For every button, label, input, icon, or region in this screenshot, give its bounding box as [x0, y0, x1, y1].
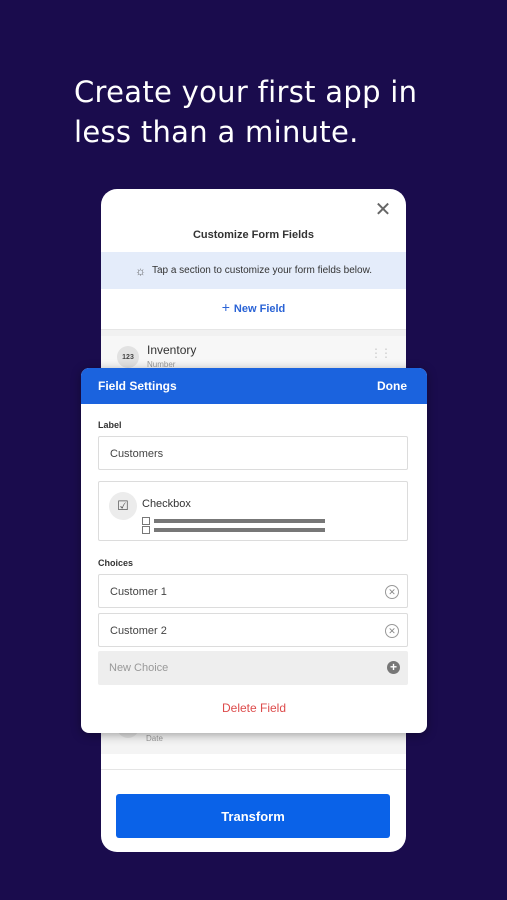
choice-value: Customer 1	[110, 586, 167, 598]
checkbox-preview	[142, 517, 325, 525]
clear-icon[interactable]: ✕	[385, 624, 399, 638]
lightbulb-icon: ☼	[134, 263, 146, 278]
field-settings-sheet: Field Settings Done Label Customers ☑ Ch…	[81, 368, 427, 733]
divider	[101, 769, 406, 770]
sheet-title: Field Settings	[98, 379, 177, 393]
checkbox-preview	[142, 526, 325, 534]
choice-input[interactable]: Customer 1 ✕	[98, 574, 408, 608]
checkbox-icon: ☑	[109, 492, 137, 520]
new-field-label: New Field	[233, 303, 286, 315]
transform-button[interactable]: Transform	[116, 794, 390, 838]
card-title: Customize Form Fields	[192, 229, 315, 241]
tip-banner: ☼ Tap a section to customize your form f…	[101, 252, 406, 289]
new-choice-placeholder: New Choice	[109, 662, 169, 674]
choice-value: Customer 2	[110, 625, 167, 637]
choice-input[interactable]: Customer 2 ✕	[98, 613, 408, 647]
field-settings-header: Field Settings Done	[81, 368, 427, 404]
close-icon[interactable]: ✕	[374, 200, 392, 220]
tip-text: Tap a section to customize your form fie…	[151, 265, 373, 276]
delete-field-button[interactable]: Delete Field	[81, 701, 427, 715]
add-choice-icon[interactable]: +	[387, 661, 400, 674]
drag-handle-icon[interactable]: ⋮⋮	[370, 346, 392, 360]
field-type-name: Checkbox	[142, 498, 191, 510]
choices-heading: Choices	[98, 558, 134, 568]
headline: Create your first app in less than a min…	[74, 75, 418, 149]
new-choice-input[interactable]: New Choice +	[98, 651, 408, 685]
field-type-selector[interactable]: ☑ Checkbox	[98, 481, 408, 541]
new-field-button[interactable]: + New Field	[101, 299, 406, 315]
field-type: Date	[146, 734, 163, 743]
field-name: Inventory	[147, 343, 197, 357]
number-type-icon: 123	[117, 346, 139, 368]
divider	[101, 329, 406, 336]
label-heading: Label	[98, 420, 122, 430]
done-button[interactable]: Done	[377, 379, 407, 393]
label-input[interactable]: Customers	[98, 436, 408, 470]
plus-icon: +	[221, 299, 230, 315]
clear-icon[interactable]: ✕	[385, 585, 399, 599]
